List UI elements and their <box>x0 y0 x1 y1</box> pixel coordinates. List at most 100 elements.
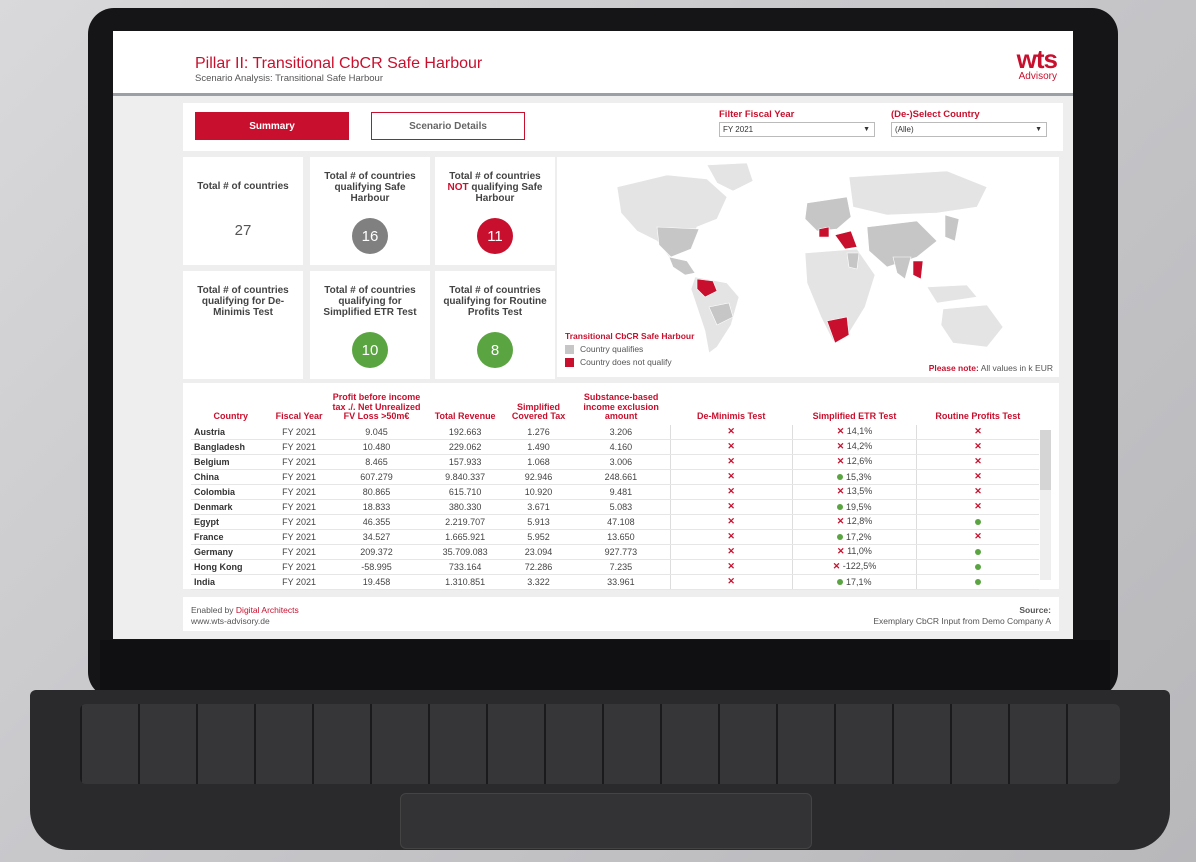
cell-text: FY 2021 <box>282 471 316 482</box>
kpi-total-label: Total # of countries <box>197 181 289 192</box>
table-row[interactable]: Hong Kong FY 2021 -58.995 733.164 72.286 7.23… <box>191 559 1039 575</box>
ukraine-shape <box>834 230 858 250</box>
website-link[interactable]: www.wts-advisory.de <box>191 616 270 626</box>
cell-simplified-etr: 17,2% <box>791 529 917 545</box>
cell-covered-tax: 1.490 <box>504 439 573 455</box>
col-revenue[interactable]: Total Revenue <box>425 391 505 425</box>
cell-text: 3.322 <box>527 576 550 587</box>
cell-text: 248.661 <box>604 471 638 482</box>
digital-architects-link[interactable]: Digital Architects <box>236 605 299 615</box>
legend-swatch-red <box>565 357 574 367</box>
table-scrollbar[interactable] <box>1040 430 1051 580</box>
cell-text: 14,1% <box>846 426 873 436</box>
fail-x-icon: ✕ <box>727 531 735 541</box>
col-country[interactable]: Country <box>191 391 271 425</box>
fail-x-icon: ✕ <box>727 561 735 571</box>
col-deminimis[interactable]: De-Minimis Test <box>670 391 792 425</box>
country-value: (Alle) <box>895 125 914 134</box>
col-covered-tax[interactable]: Simplified Covered Tax <box>505 391 572 425</box>
dashboard-header: Pillar II: Transitional CbCR Safe Harbou… <box>113 31 1073 96</box>
table-row[interactable]: Germany FY 2021 209.372 35.709.083 23.094 927… <box>191 544 1039 560</box>
pass-dot-icon <box>837 533 844 540</box>
cell-sbie: 248.661 <box>572 469 671 485</box>
fail-x-icon: ✕ <box>727 471 735 481</box>
fail-x-icon: ✕ <box>727 426 735 436</box>
country-select[interactable]: (Alle) ▼ <box>891 122 1047 137</box>
scrollbar-thumb[interactable] <box>1040 430 1051 490</box>
cell-routine-profits: ✕ <box>916 484 1039 500</box>
cell-country: India <box>191 574 271 590</box>
fail-x-icon: ✕ <box>974 426 982 436</box>
cell-sbie: 47.108 <box>572 514 671 530</box>
cell-deminimis: ✕ <box>669 514 793 530</box>
cell-simplified-etr: ✕ 12,6% <box>791 454 917 470</box>
table-row[interactable]: Austria FY 2021 9.045 192.663 1.276 3.206 ✕ ✕ 1… <box>191 424 1039 440</box>
cell-deminimis: ✕ <box>669 439 793 455</box>
col-fiscal-year[interactable]: Fiscal Year <box>271 391 328 425</box>
cell-sbie: 13.650 <box>572 529 671 545</box>
table-row[interactable]: India FY 2021 19.458 1.310.851 3.322 33.961 ✕ … <box>191 574 1039 590</box>
table-header-row: Country Fiscal Year Profit before income… <box>191 391 1039 425</box>
note-label: Please note: <box>928 363 979 373</box>
kpi-deminimis-label: Total # of countries qualifying for De-M… <box>197 285 289 318</box>
cell-text: 192.663 <box>448 426 482 437</box>
cell-simplified-etr: ✕ 14,2% <box>791 439 917 455</box>
kpi-qualifying: Total # of countries qualifying Safe Har… <box>310 157 430 265</box>
col-simplified-etr[interactable]: Simplified ETR Test <box>792 391 916 425</box>
cell-covered-tax: 23.094 <box>504 544 573 560</box>
cell-text: FY 2021 <box>282 576 316 587</box>
table-row[interactable]: Bangladesh FY 2021 10.480 229.062 1.490 4.160… <box>191 439 1039 455</box>
fail-x-icon: ✕ <box>727 546 735 556</box>
cell-fiscal-year: FY 2021 <box>270 514 328 530</box>
cell-text: 3.006 <box>609 456 633 467</box>
cell-deminimis: ✕ <box>669 454 793 470</box>
cell-text: 72.286 <box>524 561 553 572</box>
scenario-details-button[interactable]: Scenario Details <box>371 112 525 140</box>
cell-profit: 9.045 <box>327 424 426 440</box>
table-row[interactable]: Denmark FY 2021 18.833 380.330 3.671 5.083 ✕ 1… <box>191 499 1039 515</box>
kpi-routine-profits: Total # of countries qualifying for Rout… <box>435 271 555 379</box>
cell-deminimis: ✕ <box>669 529 793 545</box>
fiscal-year-select[interactable]: FY 2021 ▼ <box>719 122 875 137</box>
cell-covered-tax: 92.946 <box>504 469 573 485</box>
table-row[interactable]: Belgium FY 2021 8.465 157.933 1.068 3.006 ✕ ✕ 1… <box>191 454 1039 470</box>
cell-covered-tax: 72.286 <box>504 559 573 575</box>
russia-shape <box>848 170 988 216</box>
fail-x-icon: ✕ <box>836 426 845 436</box>
cell-fiscal-year: FY 2021 <box>270 424 328 440</box>
pass-dot-icon <box>975 518 982 525</box>
cell-text: 2.219.707 <box>445 516 486 527</box>
cell-text: 5.952 <box>527 531 550 542</box>
col-sbie[interactable]: Substance-based income exclusion amount <box>572 391 670 425</box>
fail-x-icon: ✕ <box>836 456 845 466</box>
table-row[interactable]: China FY 2021 607.279 9.840.337 92.946 248.66… <box>191 469 1039 485</box>
legend-title: Transitional CbCR Safe Harbour <box>565 331 695 341</box>
cell-text: 15,3% <box>845 471 872 482</box>
cell-text: 46.355 <box>362 516 391 527</box>
cell-fiscal-year: FY 2021 <box>270 439 328 455</box>
cell-country: Denmark <box>191 499 271 515</box>
cell-text: 3.671 <box>527 501 550 512</box>
summary-button[interactable]: Summary <box>195 112 349 140</box>
india-shape <box>892 256 912 280</box>
cell-text: France <box>194 531 224 542</box>
cell-covered-tax: 3.322 <box>504 574 573 590</box>
cell-text: FY 2021 <box>282 441 316 452</box>
table-row[interactable]: Egypt FY 2021 46.355 2.219.707 5.913 47.108 ✕ ✕… <box>191 514 1039 530</box>
cell-text: 1.490 <box>527 441 550 452</box>
cell-text: 10.920 <box>524 486 553 497</box>
country-filter: (De-)Select Country (Alle) ▼ <box>891 109 1047 137</box>
cell-routine-profits: ✕ <box>916 499 1039 515</box>
cell-profit: 18.833 <box>327 499 426 515</box>
col-profit[interactable]: Profit before income tax ./. Net Unreali… <box>328 391 426 425</box>
col-routine-profits[interactable]: Routine Profits Test <box>917 391 1039 425</box>
note-text: All values in k EUR <box>980 363 1053 373</box>
cell-simplified-etr: 19,5% <box>791 499 917 515</box>
cell-country: Germany <box>191 544 271 560</box>
fiscal-year-label: Filter Fiscal Year <box>719 109 795 120</box>
cell-text: 17,1% <box>845 576 872 587</box>
chevron-down-icon: ▼ <box>863 126 870 133</box>
fail-x-icon: ✕ <box>727 441 735 451</box>
table-row[interactable]: France FY 2021 34.527 1.665.921 5.952 13.650 ✕… <box>191 529 1039 545</box>
table-row[interactable]: Colombia FY 2021 80.865 615.710 10.920 9.481 ✕… <box>191 484 1039 500</box>
